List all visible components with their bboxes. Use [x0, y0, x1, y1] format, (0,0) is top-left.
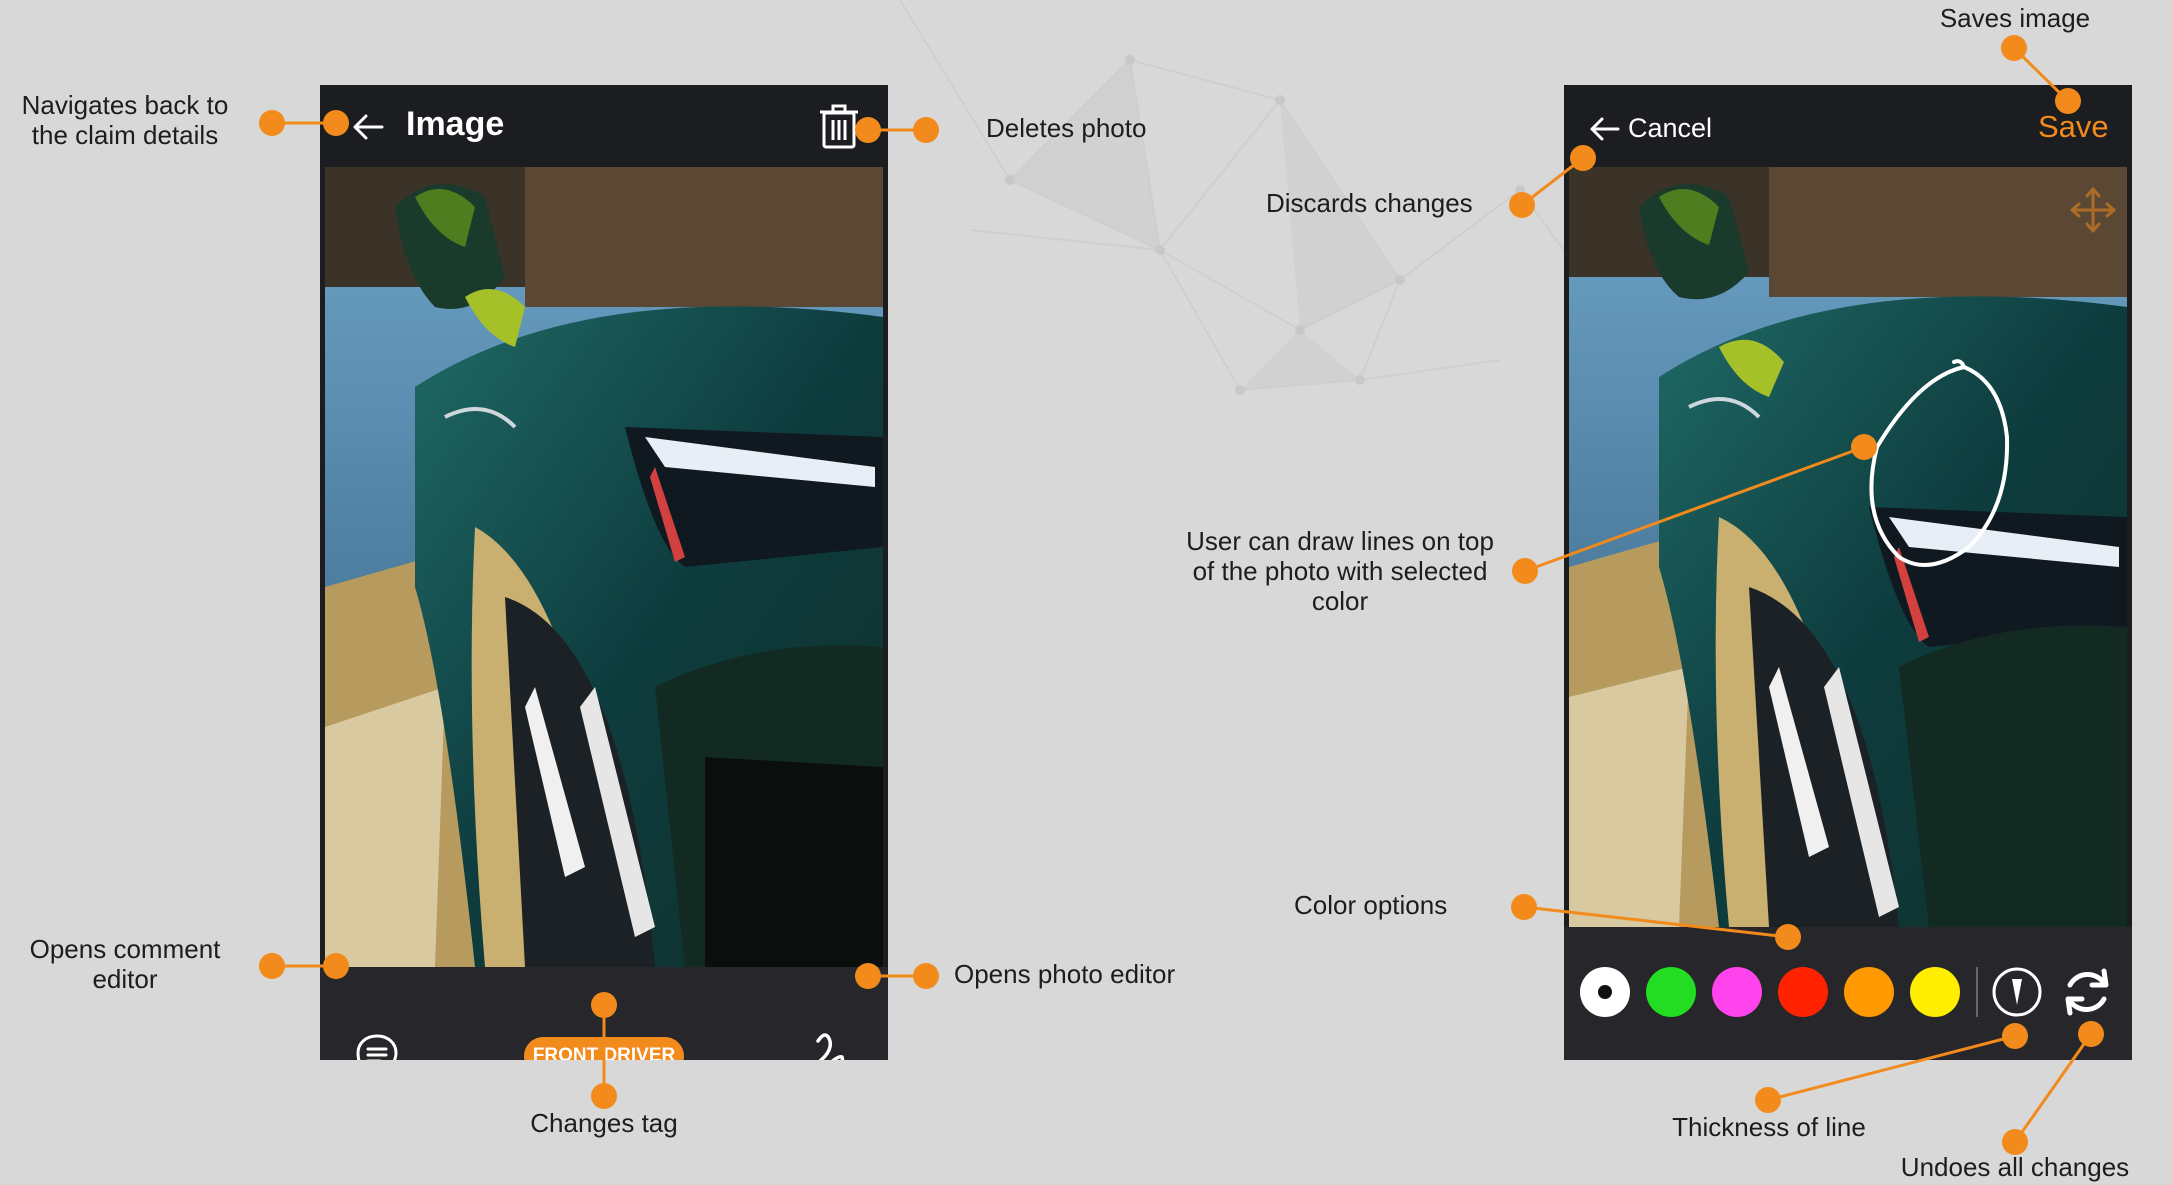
page-title: Image	[406, 105, 505, 143]
color-swatch-magenta[interactable]	[1712, 967, 1762, 1017]
image-viewer-screen: Image FRONT DRIVER	[320, 85, 888, 1060]
tag-chip[interactable]: FRONT DRIVER	[524, 1037, 684, 1060]
editor-app-bar: Cancel Save	[1564, 85, 2132, 167]
line-thickness-icon[interactable]	[1990, 965, 2044, 1019]
annotation-undo: Undoes all changes	[1900, 1152, 2130, 1182]
move-icon[interactable]	[2068, 185, 2118, 235]
color-swatch-yellow[interactable]	[1910, 967, 1960, 1017]
selected-dot-icon	[1580, 967, 1630, 1017]
annotation-tag: Changes tag	[530, 1108, 678, 1138]
annotation-discard: Discards changes	[1266, 188, 1473, 218]
annotated-screenshot: Image FRONT DRIVER Cancel Save Navigates…	[0, 0, 2172, 1185]
draw-icon[interactable]	[812, 1027, 860, 1060]
annotation-back: Navigates back to the claim details	[21, 90, 229, 150]
color-swatch-white[interactable]	[1580, 967, 1630, 1017]
annotation-delete: Deletes photo	[986, 113, 1147, 143]
trash-icon[interactable]	[818, 103, 860, 149]
color-swatch-green[interactable]	[1646, 967, 1696, 1017]
undo-icon[interactable]	[2058, 963, 2116, 1021]
annotation-colors: Color options	[1294, 890, 1448, 920]
comment-icon[interactable]	[354, 1032, 400, 1060]
bottom-toolbar: FRONT DRIVER	[320, 967, 888, 1060]
annotation-thickness: Thickness of line	[1672, 1112, 1866, 1142]
app-bar: Image	[320, 85, 888, 167]
annotation-comment: Opens comment editor	[29, 934, 221, 994]
toolbar-divider	[1976, 967, 1978, 1017]
editor-toolbar	[1564, 927, 2132, 1060]
cancel-button[interactable]: Cancel	[1628, 113, 1712, 144]
color-swatch-red[interactable]	[1778, 967, 1828, 1017]
annotation-editor: Opens photo editor	[954, 959, 1176, 989]
arrow-left-icon[interactable]	[1588, 115, 1622, 143]
annotation-save: Saves image	[1939, 3, 2091, 33]
save-button[interactable]: Save	[2038, 109, 2109, 145]
photo-editor-screen: Cancel Save	[1564, 85, 2132, 1060]
color-swatch-orange[interactable]	[1844, 967, 1894, 1017]
arrow-left-icon[interactable]	[348, 107, 388, 147]
car-photo	[325, 167, 883, 967]
editable-car-photo[interactable]	[1569, 167, 2127, 927]
annotation-draw: User can draw lines on top of the photo …	[1186, 526, 1494, 616]
